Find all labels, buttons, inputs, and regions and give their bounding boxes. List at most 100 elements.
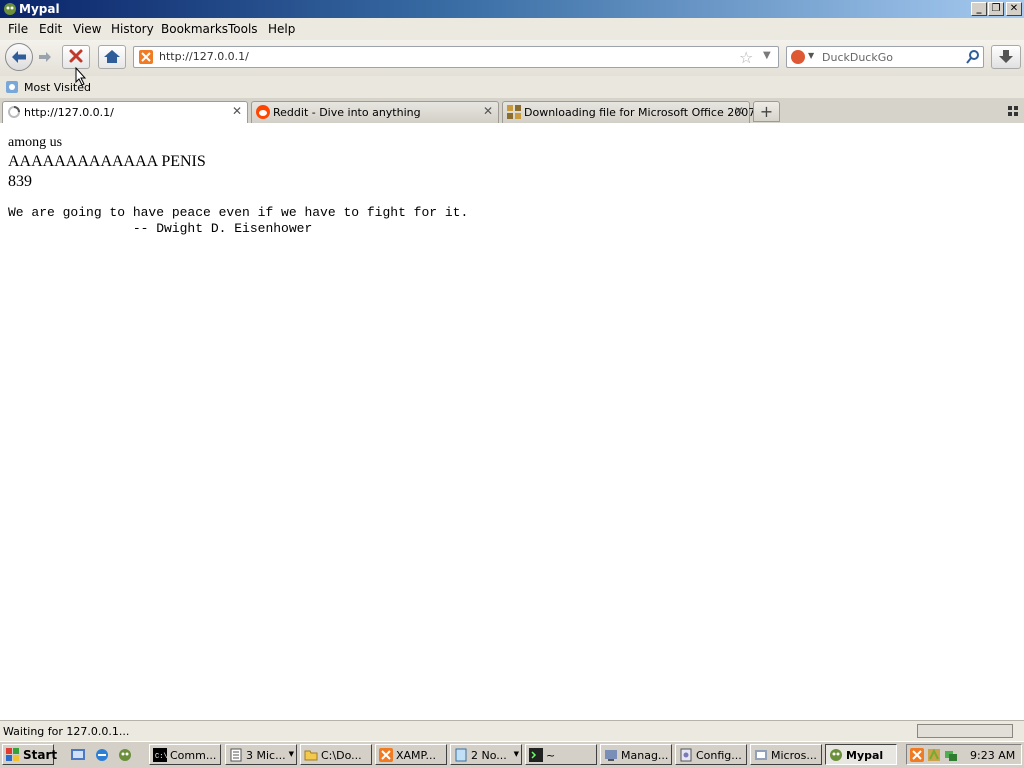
new-tab-button[interactable]: +: [753, 101, 780, 122]
duckduckgo-icon[interactable]: [791, 50, 805, 64]
tab-download[interactable]: Downloading file for Microsoft Office 20…: [502, 101, 755, 123]
title-bar: Mypal _ ❐ ✕: [0, 0, 1024, 18]
reddit-icon: [256, 105, 270, 119]
back-arrow-icon: [12, 51, 26, 63]
mypal-quicklaunch-icon[interactable]: [117, 747, 133, 763]
tab-close-icon[interactable]: ✕: [483, 104, 493, 118]
tab-reddit[interactable]: Reddit - Dive into anything ✕: [251, 101, 499, 123]
close-button[interactable]: ✕: [1006, 2, 1022, 16]
tab-list-icon[interactable]: [1007, 105, 1019, 117]
menu-edit[interactable]: Edit: [39, 22, 62, 36]
task-label: Config...: [696, 749, 742, 762]
fortune-quote: We are going to have peace even if we ha…: [8, 205, 469, 236]
stop-icon: [69, 49, 83, 63]
xampp-favicon-icon: [139, 50, 153, 64]
menu-help[interactable]: Help: [268, 22, 295, 36]
notepad-icon: [455, 748, 467, 762]
tab-close-icon[interactable]: ✕: [734, 104, 744, 118]
window-title: Mypal: [19, 2, 60, 16]
home-icon: [104, 50, 120, 63]
stop-button[interactable]: [62, 45, 90, 69]
task-config[interactable]: Config...: [675, 744, 747, 765]
start-button[interactable]: Start: [2, 744, 58, 765]
task-label: C:\Do...: [321, 749, 362, 762]
task-microsoft[interactable]: Micros...: [750, 744, 822, 765]
xampp-tray-icon[interactable]: [910, 748, 924, 762]
terminal-icon: [529, 748, 543, 762]
bookmark-star-icon[interactable]: ☆: [739, 48, 753, 67]
xampp-icon: [379, 748, 393, 762]
content-line-2: AAAAAAAAAAAAA PENIS: [8, 153, 206, 170]
task-explorer[interactable]: C:\Do...: [300, 744, 372, 765]
mouse-cursor-icon: [75, 67, 87, 86]
task-label: ~: [546, 749, 556, 762]
content-line-3: 839: [8, 173, 32, 190]
menu-bookmarks[interactable]: Bookmarks: [161, 22, 228, 36]
task-label: XAMP...: [396, 749, 436, 762]
ms-icon: [755, 750, 767, 760]
search-bar[interactable]: ▼ DuckDuckGo: [786, 46, 984, 68]
bookmarks-toolbar: Most Visited: [0, 76, 1024, 98]
forward-arrow-icon[interactable]: [35, 48, 55, 66]
smart-folder-icon: [6, 81, 18, 93]
tab-label: http://127.0.0.1/: [24, 106, 114, 119]
task-label: Micros...: [771, 749, 817, 762]
url-dropdown-icon[interactable]: ▼: [763, 50, 771, 61]
engine-dropdown-icon[interactable]: ▼: [808, 51, 814, 60]
show-desktop-icon[interactable]: [70, 747, 86, 763]
task-command-prompt[interactable]: C:\ Comm...: [149, 744, 221, 765]
task-terminal[interactable]: ~: [525, 744, 597, 765]
status-text: Waiting for 127.0.0.1...: [3, 725, 130, 738]
start-label: Start: [23, 748, 58, 762]
progress-meter: [917, 724, 1013, 738]
menu-history[interactable]: History: [111, 22, 154, 36]
content-line-1: among us: [8, 135, 63, 150]
task-label: 2 No...: [471, 749, 507, 762]
task-manage[interactable]: Manag...: [600, 744, 672, 765]
back-button[interactable]: [5, 43, 33, 71]
tab-label: Reddit - Dive into anything: [273, 106, 421, 119]
loading-spinner-icon: [8, 106, 20, 118]
site-favicon-icon: [507, 105, 521, 119]
status-bar: Waiting for 127.0.0.1...: [0, 720, 1024, 741]
clock: 9:23 AM: [970, 749, 1016, 762]
home-button[interactable]: [98, 45, 126, 69]
search-icon[interactable]: [965, 48, 981, 66]
minimize-button[interactable]: _: [971, 2, 987, 16]
menu-file[interactable]: File: [8, 22, 28, 36]
tab-localhost[interactable]: http://127.0.0.1/ ✕: [2, 101, 248, 123]
tab-close-icon[interactable]: ✕: [232, 104, 242, 118]
windows-flag-icon: [6, 748, 19, 761]
url-text[interactable]: http://127.0.0.1/: [159, 50, 249, 63]
config-icon: [680, 748, 692, 762]
mypal-icon: [4, 3, 16, 15]
download-button[interactable]: [991, 45, 1021, 69]
task-label: Comm...: [170, 749, 217, 762]
svg-text:C:\: C:\: [155, 753, 167, 761]
system-tray: 9:23 AM: [906, 744, 1022, 765]
cmd-icon: C:\: [153, 748, 167, 762]
menu-view[interactable]: View: [73, 22, 101, 36]
network-tray-icon[interactable]: [944, 748, 958, 762]
menu-tools[interactable]: Tools: [228, 22, 258, 36]
tray-app-icon[interactable]: [927, 748, 941, 762]
internet-explorer-icon[interactable]: [94, 747, 110, 763]
tab-label: Downloading file for Microsoft Office 20…: [524, 106, 756, 119]
url-bar[interactable]: http://127.0.0.1/ ☆ ▼: [133, 46, 779, 68]
mypal-icon: [830, 749, 842, 761]
task-mypal[interactable]: Mypal: [825, 744, 897, 765]
search-placeholder[interactable]: DuckDuckGo: [822, 51, 893, 64]
group-dropdown-icon: ▼: [288, 750, 294, 758]
task-notepad-group[interactable]: 2 No... ▼: [450, 744, 522, 765]
task-label: Mypal: [846, 749, 884, 762]
task-xampp[interactable]: XAMP...: [375, 744, 447, 765]
group-dropdown-icon: ▼: [513, 750, 519, 758]
page-content: among us AAAAAAAAAAAAA PENIS 839 We are …: [0, 123, 1024, 720]
menu-bar: File Edit View History Bookmarks Tools H…: [0, 18, 1024, 40]
folder-icon: [304, 750, 318, 761]
task-word-group[interactable]: 3 Mic... ▼: [225, 744, 297, 765]
manage-icon: [605, 750, 617, 761]
download-icon: [999, 50, 1013, 63]
word-icon: [230, 748, 242, 762]
restore-button[interactable]: ❐: [988, 2, 1004, 16]
